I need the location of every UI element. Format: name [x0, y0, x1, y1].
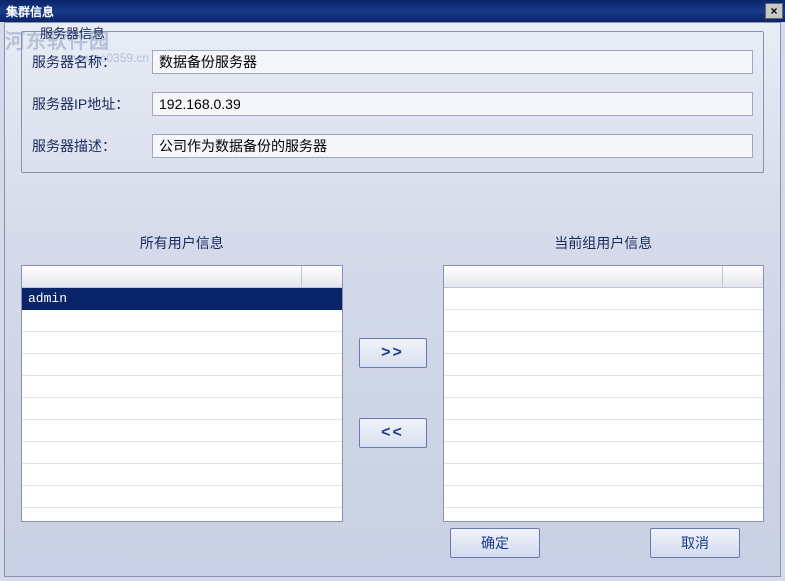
- row-server-ip: 服务器IP地址：: [32, 92, 753, 116]
- cancel-button[interactable]: 取消: [650, 528, 740, 558]
- server-info-fieldset: 服务器信息 服务器名称： 服务器IP地址： 服务器描述：: [21, 31, 764, 173]
- move-left-button[interactable]: <<: [359, 418, 427, 448]
- close-button[interactable]: ×: [765, 3, 783, 19]
- lists-area: 所有用户信息 admin >> << 当前组用户信息: [21, 233, 764, 522]
- current-group-list[interactable]: [443, 265, 765, 522]
- input-server-name[interactable]: [152, 50, 753, 74]
- row-server-desc: 服务器描述：: [32, 134, 753, 158]
- current-group-list-head: [444, 266, 764, 288]
- move-right-button[interactable]: >>: [359, 338, 427, 368]
- list-item[interactable]: admin: [22, 288, 342, 310]
- all-users-list-body[interactable]: admin: [22, 288, 342, 521]
- all-users-list[interactable]: admin: [21, 265, 343, 522]
- titlebar: 集群信息 ×: [0, 0, 785, 22]
- dialog-content: 河东软件园 www.pc0359.cn 服务器信息 服务器名称： 服务器IP地址…: [4, 22, 781, 577]
- label-server-name: 服务器名称：: [32, 52, 152, 72]
- input-server-desc[interactable]: [152, 134, 753, 158]
- label-server-ip: 服务器IP地址：: [32, 94, 152, 114]
- current-group-column: 当前组用户信息: [443, 233, 765, 522]
- window-title: 集群信息: [6, 3, 54, 20]
- all-users-column: 所有用户信息 admin: [21, 233, 343, 522]
- label-server-desc: 服务器描述：: [32, 136, 152, 156]
- close-icon: ×: [770, 4, 777, 18]
- input-server-ip[interactable]: [152, 92, 753, 116]
- current-group-header: 当前组用户信息: [443, 233, 765, 253]
- ok-button[interactable]: 确定: [450, 528, 540, 558]
- all-users-header: 所有用户信息: [21, 233, 343, 253]
- current-group-list-body[interactable]: [444, 288, 764, 521]
- all-users-list-head: [22, 266, 342, 288]
- dialog-buttons: 确定 取消: [5, 528, 780, 568]
- transfer-buttons: >> <<: [343, 233, 443, 522]
- fieldset-legend: 服务器信息: [34, 23, 111, 42]
- row-server-name: 服务器名称：: [32, 50, 753, 74]
